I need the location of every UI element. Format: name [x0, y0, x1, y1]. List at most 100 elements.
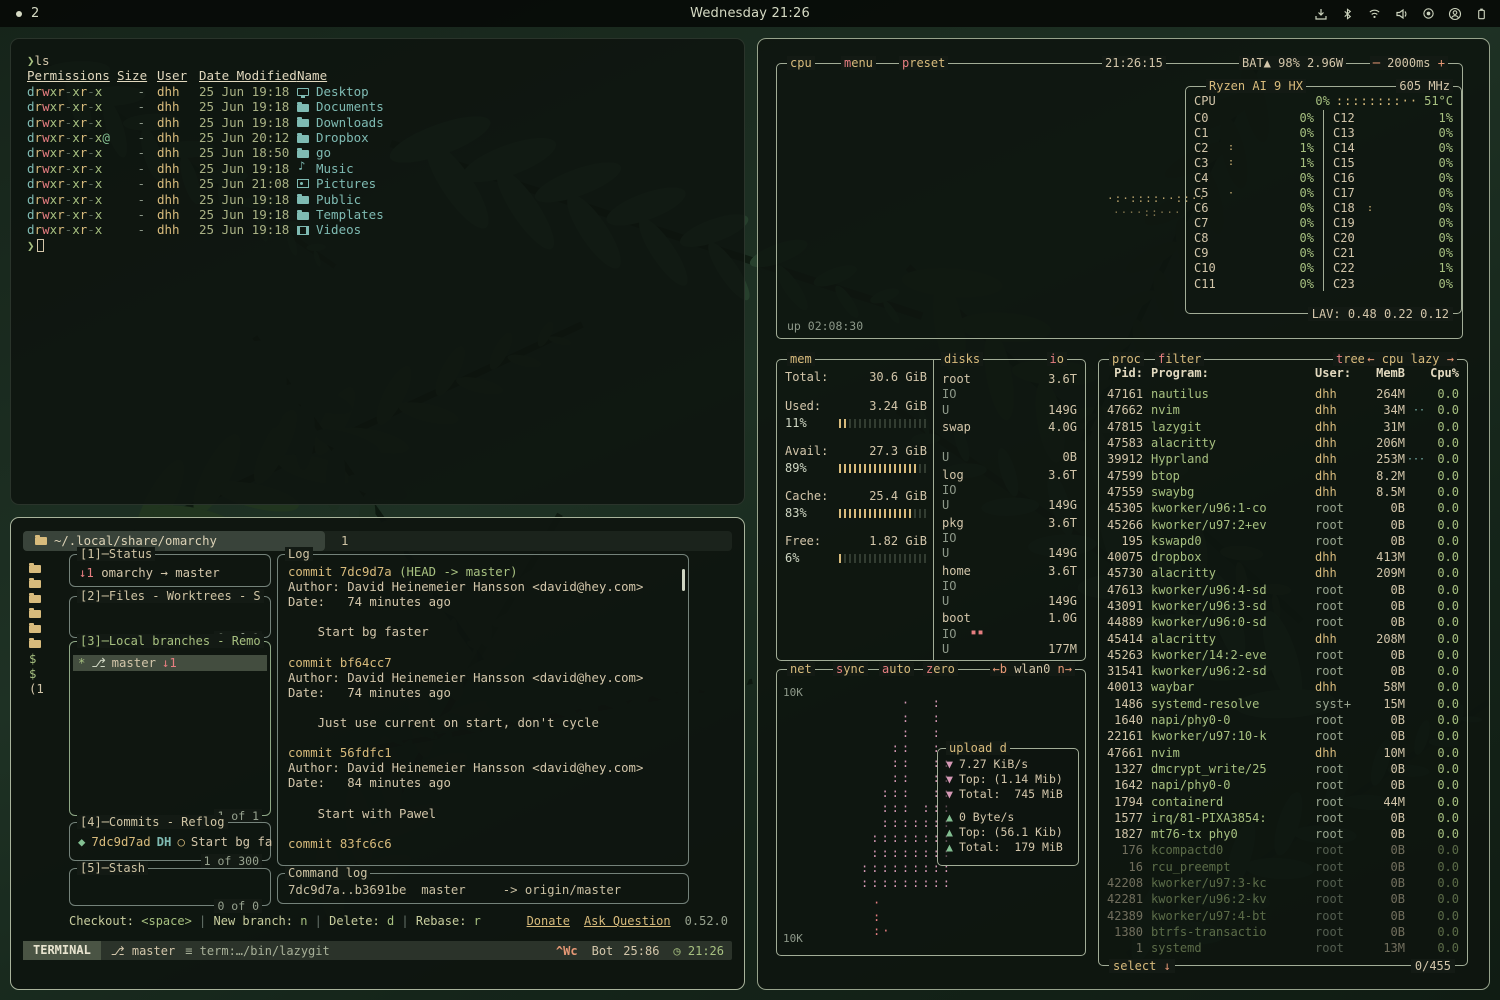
branches-panel[interactable]: [3]─Local branches - Remo * ⎇ master ↓1 … — [69, 641, 271, 816]
sort-next-button[interactable]: → — [1447, 352, 1454, 366]
btop-window[interactable]: cpu menu preset 21:26:15 BAT▲ 98% 2.96W … — [757, 38, 1490, 990]
preset-button[interactable]: preset — [899, 56, 948, 70]
process-row[interactable]: 1380 btrfs-transactio root 0B 0.0 — [1107, 924, 1459, 940]
process-row[interactable]: 45730 alacritty dhh 209M 0.0 — [1107, 565, 1459, 581]
process-row[interactable]: 45266 kworker/u97:2+ev root 0B 0.0 — [1107, 516, 1459, 532]
log-line: commit bf64cc7 — [288, 656, 678, 671]
up-arrow-icon: ▲ — [946, 810, 953, 825]
process-row[interactable]: 44889 kworker/u96:0-sd root 0B 0.0 — [1107, 614, 1459, 630]
tab-number[interactable]: 1 — [341, 534, 348, 548]
record-icon[interactable] — [1422, 7, 1435, 20]
core-row: C121% — [1333, 110, 1453, 125]
core-row: C2:1% — [1194, 140, 1314, 155]
disk-entry: log3.6T IO U149G — [942, 468, 1077, 514]
auto-button[interactable]: auto — [879, 662, 914, 676]
commit-row[interactable]: ◆7dc9d7adDH○Start bg fa — [78, 835, 272, 849]
process-row[interactable]: 39912 Hyprland dhh 253M ··· 0.0 — [1107, 451, 1459, 467]
stash-panel[interactable]: [5]─Stash 0 of 0 — [69, 868, 271, 906]
log-line — [288, 701, 678, 716]
prompt-icon: ❯ — [27, 238, 35, 253]
core-row: C80% — [1194, 231, 1314, 246]
tree-button[interactable]: tree — [1333, 352, 1368, 366]
sort-prev-button[interactable]: ← — [1367, 352, 1374, 366]
process-row[interactable]: 45305 kworker/u96:1-co root 0B 0.0 — [1107, 500, 1459, 516]
desktop-icon — [297, 88, 309, 96]
keybinding[interactable]: Delete: d — [307, 914, 394, 930]
next-interface-button[interactable]: n→ — [1058, 662, 1072, 676]
process-row[interactable]: 40075 dropbox dhh 413M 0.0 — [1107, 549, 1459, 565]
core-column-left: C00%C10%C2:1%C3:1%C40%C5·0%C60%C70%C80%C… — [1194, 110, 1323, 291]
process-list[interactable]: 47161 nautilus dhh 264M 0.0 47662 nvim d… — [1107, 386, 1459, 957]
process-row[interactable]: 47583 alacritty dhh 206M 0.0 — [1107, 435, 1459, 451]
core-row: C190% — [1333, 216, 1453, 231]
process-row[interactable]: 47559 swaybg dhh 8.5M 0.0 — [1107, 484, 1459, 500]
file-tree-gutter: $$(1 — [29, 562, 57, 697]
keybinding[interactable]: Rebase: r — [394, 914, 481, 930]
process-row[interactable]: 195 kswapd0 root 0B 0.0 — [1107, 533, 1459, 549]
filter-button[interactable]: filter — [1155, 352, 1204, 366]
log-body[interactable]: commit 7dc9d7a (HEAD -> master)Author: D… — [288, 565, 678, 859]
terminal-cursor[interactable] — [37, 239, 44, 252]
core-row: C100% — [1194, 261, 1314, 276]
process-row[interactable]: 45414 alacritty dhh 208M 0.0 — [1107, 630, 1459, 646]
workspace-number[interactable]: 2 — [31, 6, 39, 21]
process-row[interactable]: 47815 lazygit dhh 31M 0.0 — [1107, 419, 1459, 435]
process-row[interactable]: 42281 kworker/u96:2-kv root 0B 0.0 — [1107, 891, 1459, 907]
process-row[interactable]: 31541 kworker/u96:2-sd root 0B 0.0 — [1107, 663, 1459, 679]
process-row[interactable]: 47613 kworker/u96:4-sd root 0B 0.0 — [1107, 582, 1459, 598]
process-row[interactable]: 1642 napi/phy0-0 root 0B 0.0 — [1107, 777, 1459, 793]
process-row[interactable]: 1577 irq/81-PIXA3854: root 0B 0.0 — [1107, 810, 1459, 826]
ask-question-link[interactable]: Ask Question — [584, 914, 671, 930]
cpu-graph-trail: ····::··· — [1113, 206, 1182, 219]
process-row[interactable]: 176 kcompactd0 root 0B 0.0 — [1107, 842, 1459, 858]
sync-button[interactable]: sync — [833, 662, 868, 676]
bluetooth-icon[interactable] — [1341, 7, 1354, 21]
volume-icon[interactable] — [1395, 7, 1409, 21]
process-row[interactable]: 1640 napi/phy0-0 root 0B 0.0 — [1107, 712, 1459, 728]
process-row[interactable]: 1486 systemd-resolve syst+ 15M 0.0 — [1107, 696, 1459, 712]
commits-panel[interactable]: [4]─Commits - Reflog ◆7dc9d7adDH○Start b… — [69, 822, 271, 861]
process-row[interactable]: 22161 kworker/u97:10-k root 0B 0.0 — [1107, 728, 1459, 744]
process-row[interactable]: 1327 dmcrypt_write/25 root 0B 0.0 — [1107, 761, 1459, 777]
process-row[interactable]: 42389 kworker/u97:4-bt root 0B 0.0 — [1107, 908, 1459, 924]
mem-box: mem disks io Total:30.6 GiB Used:3.24 Gi… — [776, 359, 1086, 661]
process-row[interactable]: 1827 mt76-tx phy0 root 0B 0.0 — [1107, 826, 1459, 842]
files-panel[interactable]: [2]─Files - Worktrees - S 0 of 0 — [69, 596, 271, 638]
wifi-icon[interactable] — [1367, 7, 1382, 20]
statusline-clock: ◷ 21:26 — [673, 944, 732, 958]
process-row[interactable]: 1794 containerd root 44M 0.0 — [1107, 793, 1459, 809]
interval-minus-button[interactable]: ─ — [1373, 56, 1380, 70]
net-upload-graph: · : :· — [873, 896, 891, 938]
memory-meter — [839, 554, 927, 563]
keybinding[interactable]: Checkout: <space> — [69, 914, 192, 930]
process-row[interactable]: 42208 kworker/u97:3-kc root 0B 0.0 — [1107, 875, 1459, 891]
process-row[interactable]: 40013 waybar dhh 58M 0.0 — [1107, 679, 1459, 695]
zero-button[interactable]: zero — [923, 662, 958, 676]
log-panel[interactable]: Log commit 7dc9d7a (HEAD -> master)Autho… — [277, 554, 689, 866]
terminal-ls-window[interactable]: ❯ls Permissions Size User Date Modified … — [10, 38, 745, 505]
keybinding[interactable]: New branch: n — [192, 914, 308, 930]
status-panel[interactable]: [1]─Status ↓1 omarchy → master — [69, 554, 271, 587]
process-row[interactable]: 1 systemd root 13M 0.0 — [1107, 940, 1459, 956]
process-row[interactable]: 45263 kworker/14:2-eve root 0B 0.0 — [1107, 647, 1459, 663]
clock[interactable]: Wednesday 21:26 — [690, 6, 810, 21]
process-row[interactable]: 47661 nvim dhh 10M 0.0 — [1107, 745, 1459, 761]
process-row[interactable]: 47599 btop dhh 8.2M 0.0 — [1107, 467, 1459, 483]
process-row[interactable]: 43091 kworker/u96:3-sd root 0B 0.0 — [1107, 598, 1459, 614]
donate-link[interactable]: Donate — [527, 914, 570, 930]
interval-plus-button[interactable]: + — [1438, 56, 1445, 70]
lazygit-window[interactable]: ~/.local/share/omarchy 1 $$(1 [1]─Status… — [10, 517, 745, 990]
repo-path-tab[interactable]: ~/.local/share/omarchy — [23, 531, 325, 551]
process-row[interactable]: 47662 nvim dhh 34M ·· 0.0 — [1107, 402, 1459, 418]
battery-icon[interactable] — [1475, 7, 1488, 21]
menu-button[interactable]: menu — [841, 56, 876, 70]
branch-row[interactable]: * ⎇ master ↓1 — [73, 655, 267, 671]
select-hint[interactable]: select ↓ — [1109, 959, 1175, 973]
process-row[interactable]: 16 rcu_preempt root 0B 0.0 — [1107, 859, 1459, 875]
user-icon[interactable] — [1448, 7, 1462, 21]
tray-inhibit-icon[interactable] — [1314, 7, 1328, 21]
prev-interface-button[interactable]: ←b — [993, 662, 1007, 676]
process-row[interactable]: 47161 nautilus dhh 264M 0.0 — [1107, 386, 1459, 402]
log-scrollbar[interactable] — [682, 569, 685, 591]
command-log-panel[interactable]: Command log 7dc9d7a..b3691be master -> o… — [277, 873, 689, 904]
